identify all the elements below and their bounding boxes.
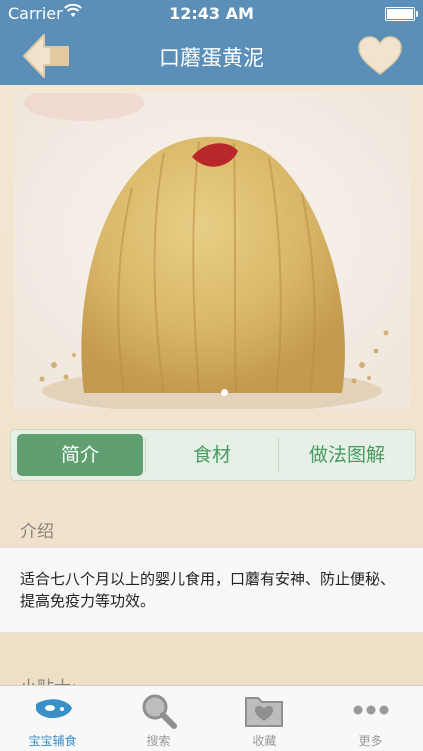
baby-bottle-icon — [36, 699, 72, 718]
search-icon — [142, 694, 177, 729]
intro-text: 适合七八个月以上的婴儿食用，口蘑有安神、防止便秘、提高免疫力等功效。 — [20, 570, 396, 610]
recipe-content: 简介 食材 做法图解 介绍 适合七八个月以上的婴儿食用，口蘑有安神、防止便秘、提… — [0, 85, 423, 698]
folder-heart-icon — [245, 697, 283, 727]
tabbar-item-baby-food[interactable]: 宝宝辅食 — [0, 686, 105, 751]
tabbar-label: 更多 — [358, 734, 383, 748]
tab-steps[interactable]: 做法图解 — [279, 430, 415, 480]
tabbar-item-favorites[interactable]: 收藏 — [212, 686, 317, 751]
dish-photo[interactable] — [14, 93, 410, 409]
tabbar-label: 宝宝辅食 — [28, 734, 77, 748]
segmented-control: 简介 食材 做法图解 — [10, 429, 416, 481]
intro-heading: 介绍 — [20, 522, 54, 542]
tab-ingredients[interactable]: 食材 — [147, 430, 277, 480]
intro-panel: 适合七八个月以上的婴儿食用，口蘑有安神、防止便秘、提高免疫力等功效。 — [0, 547, 423, 633]
heart-icon — [358, 36, 402, 75]
tab-divider — [145, 438, 146, 472]
tabbar-label: 搜索 — [146, 734, 171, 748]
bottom-tab-bar: 宝宝辅食 搜索 收藏 更多 — [0, 685, 423, 751]
more-dots-icon — [353, 705, 389, 715]
battery-icon — [385, 7, 418, 21]
tab-intro[interactable]: 简介 — [17, 434, 143, 476]
status-bar: Carrier 12:43 AM — [0, 0, 423, 27]
page-indicator-dot — [221, 389, 228, 396]
dish-image — [14, 93, 410, 409]
tabbar-item-search[interactable]: 搜索 — [106, 686, 211, 751]
clock: 12:43 AM — [169, 4, 254, 23]
navigation-bar: 口蘑蛋黄泥 — [0, 27, 423, 85]
tabbar-label: 收藏 — [252, 734, 277, 748]
tabbar-item-more[interactable]: 更多 — [318, 686, 423, 751]
favorite-button[interactable] — [357, 36, 403, 76]
